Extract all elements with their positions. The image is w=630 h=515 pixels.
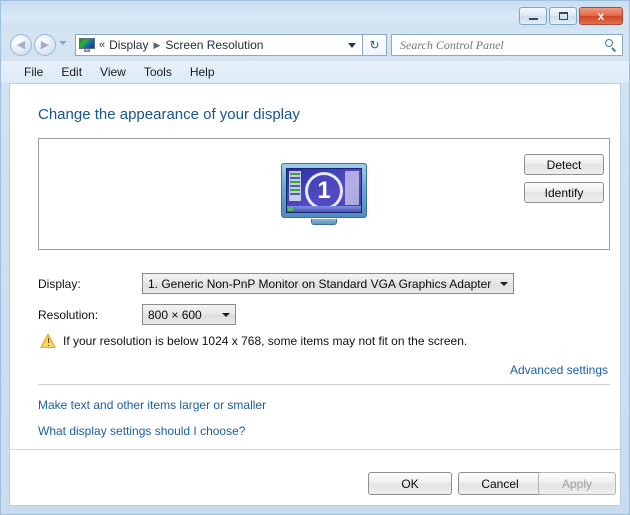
apply-button[interactable]: Apply: [538, 472, 616, 495]
page-title: Change the appearance of your display: [38, 106, 300, 123]
monitor-bezel: 1: [281, 163, 367, 218]
ok-button[interactable]: OK: [368, 472, 452, 495]
breadcrumb-separator-icon: ▶: [153, 39, 161, 50]
refresh-icon: ↻: [369, 38, 380, 52]
resolution-select-value: 800 × 600: [148, 307, 202, 322]
warning-icon: [40, 333, 57, 348]
resolution-label: Resolution:: [38, 308, 99, 322]
navigation-bar: ◀ ▶ « Display ▶ Screen Resolution ↻: [1, 29, 629, 61]
breadcrumb-display[interactable]: Display: [109, 38, 148, 52]
make-text-larger-link[interactable]: Make text and other items larger or smal…: [38, 398, 266, 412]
monitor-stand: [311, 219, 337, 225]
monitor-preview[interactable]: 1: [281, 163, 367, 225]
menu-item-file[interactable]: File: [15, 63, 52, 81]
back-button[interactable]: ◀: [10, 34, 32, 56]
advanced-settings-link[interactable]: Advanced settings: [510, 363, 608, 377]
close-icon: x: [597, 9, 605, 23]
warning-text: If your resolution is below 1024 x 768, …: [63, 333, 468, 348]
chevron-down-icon: [219, 312, 233, 317]
menu-item-edit[interactable]: Edit: [52, 63, 91, 81]
menu-bar: File Edit View Tools Help: [1, 61, 629, 83]
display-icon: [79, 38, 95, 52]
window-controls: x: [519, 7, 623, 25]
detect-button[interactable]: Detect: [524, 154, 604, 175]
desktop-gadget-mock: [345, 171, 359, 205]
desktop-icons-mock: [289, 171, 301, 201]
address-bar[interactable]: « Display ▶ Screen Resolution: [75, 34, 363, 56]
address-chevron-down-icon[interactable]: [344, 35, 360, 55]
cancel-button[interactable]: Cancel: [458, 472, 542, 495]
chevron-down-icon: [497, 281, 511, 286]
resolution-warning: If your resolution is below 1024 x 768, …: [40, 333, 467, 348]
breadcrumb-screen-resolution[interactable]: Screen Resolution: [165, 38, 263, 52]
menu-item-tools[interactable]: Tools: [135, 63, 181, 81]
forward-arrow-icon: ▶: [40, 38, 50, 51]
identify-button[interactable]: Identify: [524, 182, 604, 203]
search-box[interactable]: [391, 34, 623, 56]
screen-resolution-window: x ◀ ▶ « Display ▶ Screen Resolution ↻ Se…: [0, 0, 630, 515]
dialog-footer: OK Cancel Apply: [10, 450, 620, 505]
content-area: Change the appearance of your display 1: [9, 83, 621, 506]
search-input[interactable]: [398, 36, 604, 54]
recent-pages-chevron-down-icon[interactable]: [59, 41, 67, 45]
forward-button[interactable]: ▶: [34, 34, 56, 56]
resolution-select[interactable]: 800 × 600: [142, 304, 236, 325]
back-arrow-icon: ◀: [16, 38, 26, 51]
start-orb-mock: [288, 207, 293, 211]
desktop-taskbar-mock: [287, 206, 361, 212]
breadcrumb-overflow-icon[interactable]: «: [99, 39, 105, 51]
divider: [38, 384, 610, 385]
maximize-button[interactable]: [549, 7, 577, 25]
search-icon: [604, 38, 618, 52]
menu-item-help[interactable]: Help: [181, 63, 224, 81]
menu-item-view[interactable]: View: [91, 63, 135, 81]
display-select[interactable]: 1. Generic Non-PnP Monitor on Standard V…: [142, 273, 514, 294]
display-label: Display:: [38, 277, 81, 291]
minimize-icon: [520, 8, 546, 24]
display-select-value: 1. Generic Non-PnP Monitor on Standard V…: [148, 276, 492, 291]
refresh-button[interactable]: ↻: [363, 34, 387, 56]
monitor-screen: 1: [286, 168, 362, 213]
maximize-icon: [550, 8, 576, 24]
title-bar: x: [1, 1, 629, 29]
what-display-settings-link[interactable]: What display settings should I choose?: [38, 424, 245, 438]
monitor-number-badge: 1: [305, 171, 343, 210]
minimize-button[interactable]: [519, 7, 547, 25]
close-button[interactable]: x: [579, 7, 623, 25]
